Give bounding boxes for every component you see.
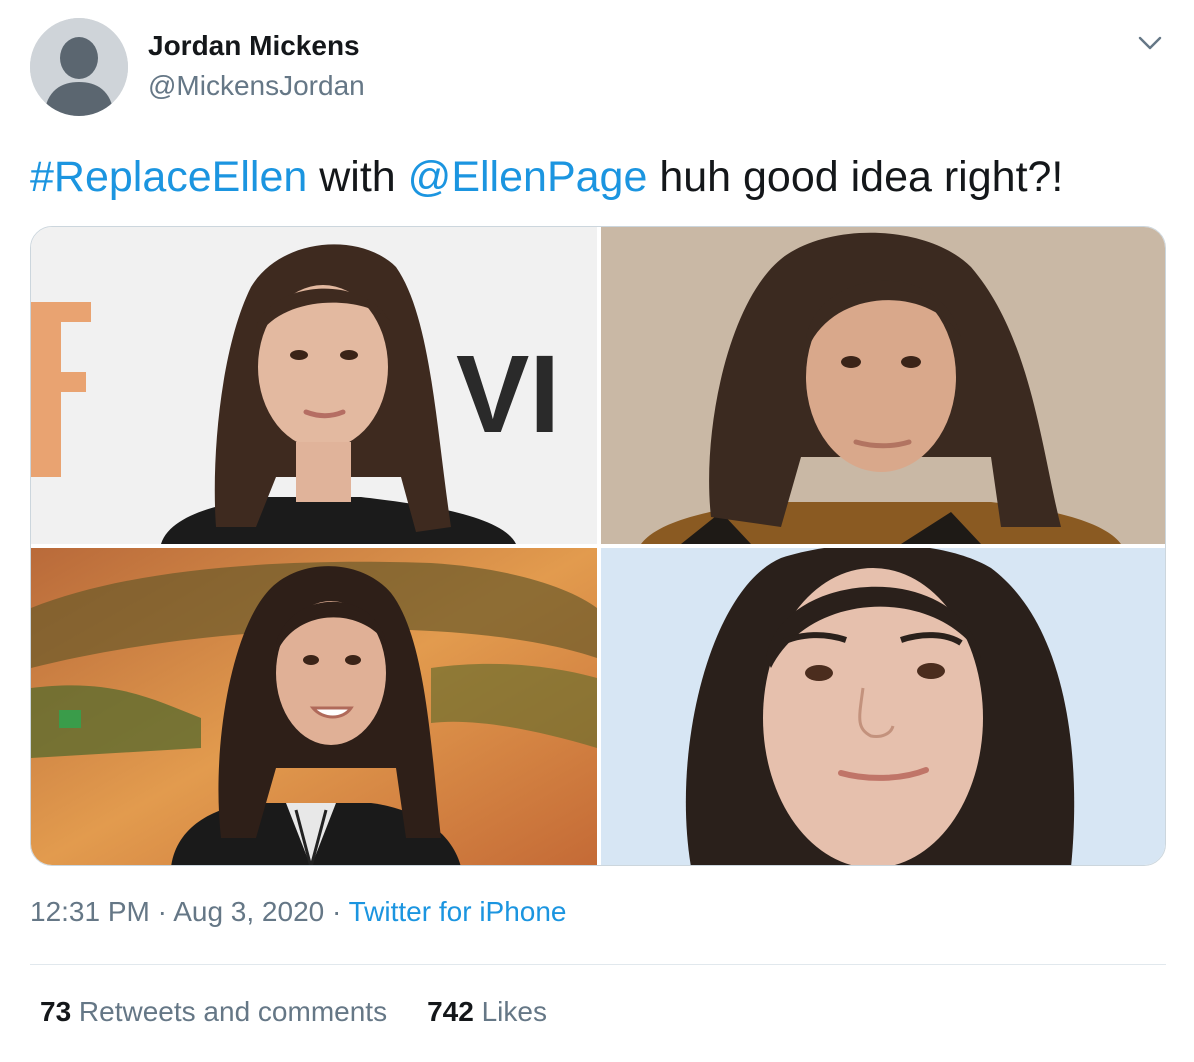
photo-4[interactable] <box>601 548 1165 865</box>
meta-separator: · <box>324 896 349 927</box>
photo-3[interactable] <box>31 548 597 865</box>
likes-label: Likes <box>473 996 547 1027</box>
tweet-text: #ReplaceEllen with @EllenPage huh good i… <box>30 150 1063 204</box>
photo-2[interactable] <box>601 227 1165 544</box>
tweet-source-link[interactable]: Twitter for iPhone <box>349 896 567 927</box>
tweet-text-part: huh good idea right?! <box>647 153 1064 201</box>
hashtag-link[interactable]: #ReplaceEllen <box>30 153 307 201</box>
default-avatar-icon <box>30 18 128 116</box>
author-handle[interactable]: @MickensJordan <box>148 70 365 102</box>
likes-stat[interactable]: 742 Likes <box>427 996 547 1027</box>
tweet-date[interactable]: Aug 3, 2020 <box>173 896 324 927</box>
backdrop-text: VI <box>456 333 560 456</box>
divider <box>30 964 1166 965</box>
retweets-count: 73 <box>40 996 72 1027</box>
mention-link[interactable]: @EllenPage <box>408 153 648 201</box>
photo-1[interactable]: VI <box>31 227 597 544</box>
likes-count: 742 <box>427 996 474 1027</box>
meta-separator: · <box>149 896 174 927</box>
retweets-label: Retweets and comments <box>71 996 388 1027</box>
chevron-down-icon[interactable] <box>1136 32 1164 54</box>
tweet-time[interactable]: 12:31 PM <box>30 896 150 927</box>
tweet-card: Jordan Mickens @MickensJordan #ReplaceEl… <box>0 0 1194 1062</box>
author-name[interactable]: Jordan Mickens <box>148 30 360 62</box>
retweets-stat[interactable]: 73 Retweets and comments <box>40 996 387 1027</box>
media-grid: VI <box>30 226 1166 866</box>
avatar[interactable] <box>30 18 128 116</box>
tweet-meta: 12:31 PM · Aug 3, 2020 · Twitter for iPh… <box>30 896 567 928</box>
tweet-text-part: with <box>307 153 408 201</box>
tweet-stats: 73 Retweets and comments 742 Likes <box>40 996 547 1028</box>
